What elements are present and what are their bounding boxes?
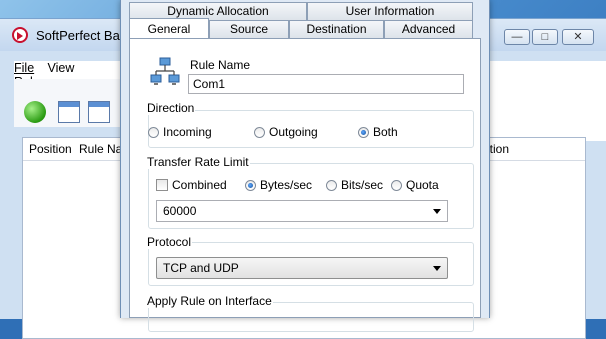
close-icon: ✕	[573, 31, 583, 43]
tab-general[interactable]: General	[129, 18, 209, 38]
tab-destination[interactable]: Destination	[289, 20, 384, 38]
radio-bits-sec[interactable]: Bits/sec	[326, 178, 383, 192]
transfer-rate-label: Transfer Rate Limit	[146, 155, 250, 169]
tab-user-information[interactable]: User Information	[307, 2, 473, 20]
tab-row-bottom: General Source Destination Advanced	[129, 18, 473, 38]
rule-dialog: Dynamic Allocation User Information Gene…	[120, 0, 490, 332]
radio-incoming-label: Incoming	[163, 125, 212, 139]
combined-checkbox[interactable]: Combined	[156, 178, 227, 192]
radio-both-circle	[358, 127, 369, 138]
radio-outgoing[interactable]: Outgoing	[254, 125, 318, 139]
start-icon[interactable]	[24, 101, 46, 123]
rule-name-label: Rule Name	[190, 58, 251, 72]
radio-incoming-circle	[148, 127, 159, 138]
radio-outgoing-circle	[254, 127, 265, 138]
tab-advanced[interactable]: Advanced	[384, 20, 473, 38]
radio-bytes-sec-label: Bytes/sec	[260, 178, 313, 192]
maximize-icon: □	[541, 31, 549, 43]
close-button[interactable]: ✕	[562, 29, 594, 45]
direction-label: Direction	[146, 101, 196, 115]
protocol-label: Protocol	[146, 235, 193, 249]
app-logo-icon	[12, 27, 28, 43]
column-rule-name[interactable]: Rule Na	[79, 142, 122, 156]
radio-quota-circle	[391, 180, 402, 191]
rate-value: 60000	[163, 204, 197, 218]
open-rules-icon[interactable]	[88, 101, 110, 123]
add-rule-icon[interactable]	[58, 101, 80, 123]
radio-bytes-sec-circle	[245, 180, 256, 191]
combined-checkbox-label: Combined	[172, 178, 227, 192]
minimize-button[interactable]: —	[504, 29, 530, 45]
menu-bar: File View Rules	[14, 61, 122, 89]
tab-source[interactable]: Source	[209, 20, 289, 38]
menu-file[interactable]: File	[14, 61, 34, 75]
radio-bits-sec-circle	[326, 180, 337, 191]
general-tab-page: Rule Name Com1 Direction Incoming Outgoi…	[129, 38, 481, 332]
rate-value-dropdown[interactable]: 60000	[156, 200, 448, 222]
protocol-dropdown[interactable]: TCP and UDP	[156, 257, 448, 279]
interface-label: Apply Rule on Interface	[146, 294, 273, 308]
network-computers-icon	[150, 57, 180, 85]
radio-both[interactable]: Both	[358, 125, 398, 139]
radio-quota-label: Quota	[406, 178, 439, 192]
minimize-icon: —	[511, 31, 523, 43]
maximize-button[interactable]: □	[532, 29, 558, 45]
toolbar	[14, 79, 122, 127]
chevron-down-icon	[433, 209, 441, 214]
main-window-right-area	[486, 61, 606, 141]
radio-outgoing-label: Outgoing	[269, 125, 318, 139]
protocol-value: TCP and UDP	[163, 261, 239, 275]
column-position[interactable]: Position	[29, 142, 72, 156]
radio-bits-sec-label: Bits/sec	[341, 178, 384, 192]
rule-name-input[interactable]: Com1	[188, 74, 464, 94]
menu-view[interactable]: View	[48, 61, 75, 75]
radio-quota[interactable]: Quota	[391, 178, 439, 192]
radio-both-label: Both	[373, 125, 398, 139]
chevron-down-icon	[433, 266, 441, 271]
combined-checkbox-box	[156, 179, 168, 191]
radio-bytes-sec[interactable]: Bytes/sec	[245, 178, 312, 192]
radio-incoming[interactable]: Incoming	[148, 125, 212, 139]
